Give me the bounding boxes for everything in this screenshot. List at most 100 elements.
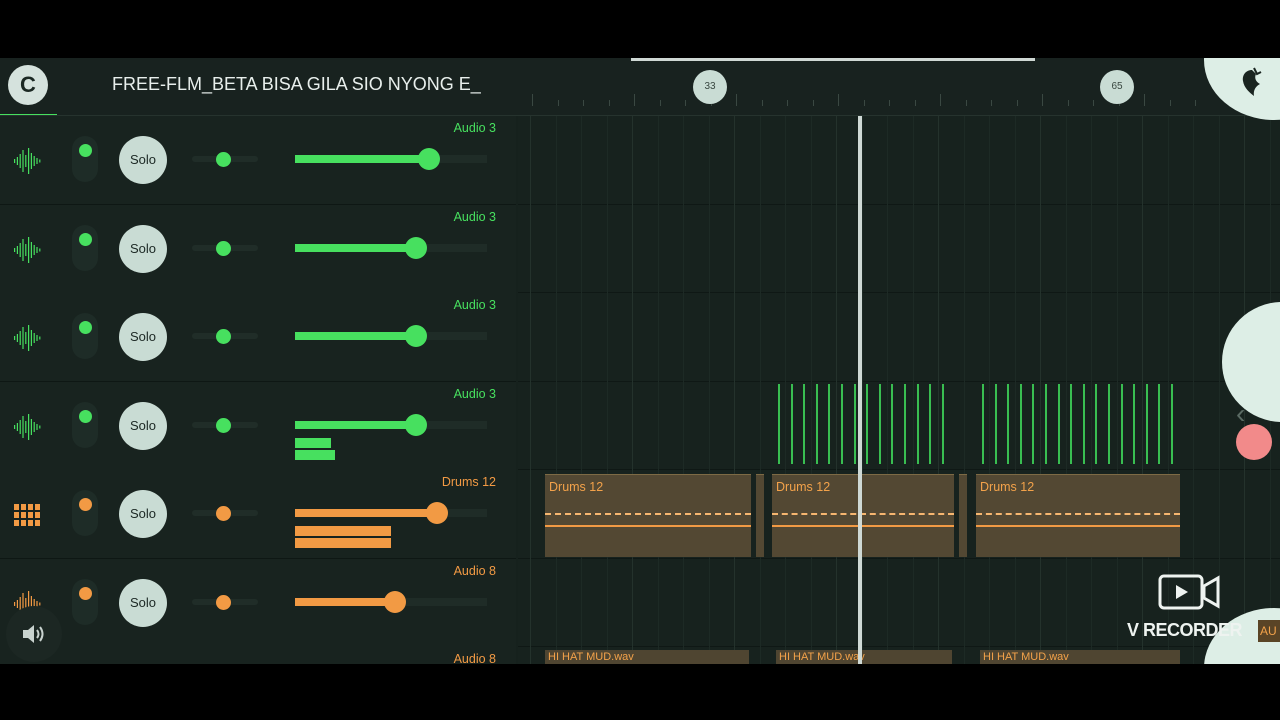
drum-clip-fragment[interactable] [756, 474, 764, 557]
audio-transient [866, 384, 868, 464]
track-row[interactable]: Audio 3 Solo [0, 293, 516, 382]
solo-button[interactable]: Solo [119, 225, 167, 273]
volume-knob[interactable] [405, 237, 427, 259]
mute-switch[interactable] [72, 402, 98, 448]
beat-gridline [709, 116, 710, 664]
audio-clip-pulses[interactable] [980, 384, 1178, 464]
mute-indicator[interactable] [79, 321, 92, 334]
mute-indicator[interactable] [79, 410, 92, 423]
hihat-clip[interactable]: HI HAT MUD.wav [980, 650, 1180, 664]
audio-transient [904, 384, 906, 464]
hihat-clip[interactable]: HI HAT MUD.wav [545, 650, 749, 664]
solo-button[interactable]: Solo [119, 579, 167, 627]
timeline-scroll-bar[interactable] [631, 58, 1035, 61]
audio-transient [891, 384, 893, 464]
drum-clip[interactable]: Drums 12 [545, 474, 751, 557]
ruler-tick [609, 100, 610, 106]
mute-indicator[interactable] [79, 233, 92, 246]
volume-fill [295, 421, 416, 429]
volume-knob[interactable] [405, 414, 427, 436]
track-name[interactable]: Audio 3 [454, 210, 496, 224]
bar-marker-33[interactable]: 33 [693, 70, 727, 104]
waveform-icon[interactable] [12, 146, 42, 176]
waveform-icon[interactable] [12, 412, 42, 442]
app-menu-button[interactable]: C [8, 65, 48, 105]
playhead[interactable] [858, 116, 862, 664]
pan-knob[interactable] [216, 506, 231, 521]
track-row[interactable]: Audio 3 Solo [0, 116, 516, 205]
audio-transient [1158, 384, 1160, 464]
waveform-icon[interactable] [12, 323, 42, 353]
project-title[interactable]: FREE-FLM_BETA BISA GILA SIO NYONG E_ [112, 74, 481, 95]
clip-edge-label: AU [1258, 620, 1280, 642]
drum-pads-icon[interactable] [12, 500, 42, 530]
recorder-camera-icon [1158, 574, 1220, 610]
ruler-tick [1195, 100, 1196, 106]
mute-switch[interactable] [72, 136, 98, 182]
audio-transient [1171, 384, 1173, 464]
speaker-icon [23, 625, 44, 643]
clip-label: Drums 12 [980, 480, 1035, 494]
ruler-tick [787, 100, 788, 106]
track-row[interactable]: Audio 3 Solo [0, 205, 516, 294]
pan-knob[interactable] [216, 329, 231, 344]
track-name[interactable]: Audio 8 [454, 564, 496, 578]
solo-button[interactable]: Solo [119, 402, 167, 450]
mute-switch[interactable] [72, 490, 98, 536]
ruler-tick [1093, 100, 1094, 106]
volume-fill [295, 332, 416, 340]
level-meter [295, 526, 391, 536]
waveform-icon[interactable] [12, 235, 42, 265]
track-name[interactable]: Drums 12 [442, 475, 496, 489]
audio-transient [1095, 384, 1097, 464]
mute-indicator[interactable] [79, 587, 92, 600]
audio-transient [942, 384, 944, 464]
ruler-tick [889, 100, 890, 106]
track-row[interactable]: Drums 12 Solo [0, 470, 516, 559]
pan-knob[interactable] [216, 152, 231, 167]
record-indicator[interactable] [1236, 424, 1272, 460]
solo-button[interactable]: Solo [119, 490, 167, 538]
pan-knob[interactable] [216, 241, 231, 256]
pan-knob[interactable] [216, 595, 231, 610]
audio-transient [816, 384, 818, 464]
ruler-tick [940, 94, 941, 106]
mute-switch[interactable] [72, 313, 98, 359]
track-row[interactable]: Audio 3 Solo [0, 382, 516, 471]
volume-knob[interactable] [384, 591, 406, 613]
bar-marker-65[interactable]: 65 [1100, 70, 1134, 104]
track-name[interactable]: Audio 3 [454, 387, 496, 401]
ruler-tick [864, 100, 865, 106]
level-meter [295, 450, 335, 460]
level-meter [295, 538, 391, 548]
audio-clip-pulses[interactable] [776, 384, 951, 464]
beat-gridline [632, 116, 633, 664]
drum-clip-fragment[interactable] [959, 474, 967, 557]
solo-button[interactable]: Solo [119, 313, 167, 361]
volume-knob[interactable] [405, 325, 427, 347]
volume-fill [295, 509, 437, 517]
hihat-clip[interactable]: HI HAT MUD.wav [776, 650, 952, 664]
audio-transient [982, 384, 984, 464]
ruler-tick [634, 94, 635, 106]
volume-fill [295, 244, 416, 252]
drum-clip[interactable]: Drums 12 [772, 474, 954, 557]
audio-transient [1083, 384, 1085, 464]
mute-indicator[interactable] [79, 498, 92, 511]
volume-knob[interactable] [418, 148, 440, 170]
solo-button[interactable]: Solo [119, 136, 167, 184]
mute-switch[interactable] [72, 579, 98, 625]
track-name[interactable]: Audio 3 [454, 121, 496, 135]
pan-knob[interactable] [216, 418, 231, 433]
volume-knob[interactable] [426, 502, 448, 524]
track-name[interactable]: Audio 8 [454, 652, 496, 664]
ruler-tick [532, 94, 533, 106]
drum-clip[interactable]: Drums 12 [976, 474, 1180, 557]
beat-gridline [556, 116, 557, 664]
track-name[interactable]: Audio 3 [454, 298, 496, 312]
track-row[interactable]: Audio 8 Solo [0, 559, 516, 648]
mute-switch[interactable] [72, 225, 98, 271]
mute-indicator[interactable] [79, 144, 92, 157]
ruler-tick [1170, 100, 1171, 106]
track-row[interactable]: Audio 8Solo [0, 647, 516, 664]
